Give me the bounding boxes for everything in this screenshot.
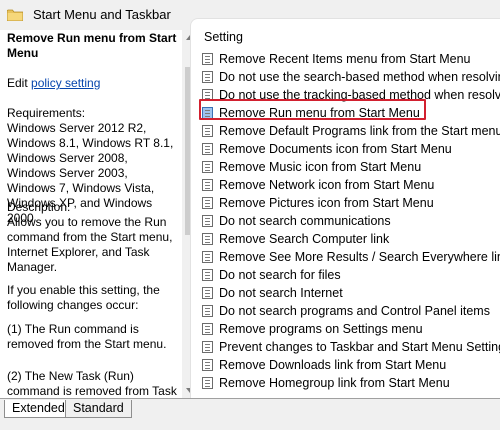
setting-row[interactable]: Remove See More Results / Search Everywh… (202, 248, 500, 266)
setting-label: Remove programs on Settings menu (219, 322, 423, 336)
setting-row[interactable]: Remove Homegroup link from Start Menu (202, 374, 500, 392)
setting-row[interactable]: Do not search communications (202, 212, 500, 230)
selection-highlight-box (199, 99, 426, 120)
policy-setting-icon (202, 287, 213, 299)
setting-row[interactable]: Remove Network icon from Start Menu (202, 176, 500, 194)
setting-label: Remove Pictures icon from Start Menu (219, 196, 434, 210)
policy-setting-icon (202, 251, 213, 263)
setting-label: Remove Recent Items menu from Start Menu (219, 52, 471, 66)
policy-setting-icon (202, 341, 213, 353)
setting-column-header[interactable]: Setting (204, 30, 243, 44)
setting-label: Remove Downloads link from Start Menu (219, 358, 447, 372)
change-1-text: (1) The Run command is removed from the … (7, 322, 167, 351)
setting-row[interactable]: Remove Documents icon from Start Menu (202, 140, 500, 158)
setting-row[interactable]: Remove Music icon from Start Menu (202, 158, 500, 176)
policy-setting-icon (202, 323, 213, 335)
policy-setting-icon (202, 377, 213, 389)
setting-label: Do not use the search-based method when … (219, 70, 500, 84)
setting-label: Remove Homegroup link from Start Menu (219, 376, 450, 390)
setting-row[interactable]: Remove programs on Settings menu (202, 320, 500, 338)
header-title: Start Menu and Taskbar (33, 7, 171, 22)
policy-setting-icon (202, 359, 213, 371)
setting-row[interactable]: Do not search programs and Control Panel… (202, 302, 500, 320)
requirements-label: Requirements: (7, 106, 86, 120)
setting-row[interactable]: Remove Recent Items menu from Start Menu (202, 50, 500, 68)
setting-row[interactable]: Remove Pictures icon from Start Menu (202, 194, 500, 212)
policy-setting-icon (202, 305, 213, 317)
view-tabs: Extended Standard (0, 398, 500, 430)
tab-extended[interactable]: Extended (4, 400, 73, 418)
setting-label: Remove Music icon from Start Menu (219, 160, 422, 174)
setting-label: Do not search Internet (219, 286, 343, 300)
edit-line: Edit policy setting (7, 76, 179, 91)
setting-label: Do not search communications (219, 214, 391, 228)
setting-row[interactable]: Prevent changes to Taskbar and Start Men… (202, 338, 500, 356)
setting-row[interactable]: Do not search for files (202, 266, 500, 284)
policy-setting-icon (202, 179, 213, 191)
setting-label: Remove Documents icon from Start Menu (219, 142, 452, 156)
policy-setting-icon (202, 71, 213, 83)
enable-text: If you enable this setting, the followin… (7, 283, 160, 312)
edit-prefix: Edit (7, 76, 32, 90)
change-2-text: (2) The New Task (Run) command is remove… (7, 369, 177, 398)
settings-list: Setting Remove Recent Items menu from St… (190, 18, 500, 401)
description-text: Allows you to remove the Run command fro… (7, 215, 173, 274)
description-pane: Remove Run menu from Start Menu Edit pol… (0, 30, 182, 398)
policy-setting-icon (202, 269, 213, 281)
setting-row[interactable]: Do not search Internet (202, 284, 500, 302)
setting-label: Remove See More Results / Search Everywh… (219, 250, 500, 264)
policy-setting-link[interactable]: policy setting (31, 76, 100, 90)
setting-label: Remove Search Computer link (219, 232, 390, 246)
setting-row[interactable]: Do not use the search-based method when … (202, 68, 500, 86)
policy-heading: Remove Run menu from Start Menu (7, 31, 177, 60)
policy-setting-icon (202, 161, 213, 173)
setting-row[interactable]: Remove Downloads link from Start Menu (202, 356, 500, 374)
tab-standard[interactable]: Standard (65, 400, 132, 418)
policy-setting-icon (202, 143, 213, 155)
policy-setting-icon (202, 125, 213, 137)
policy-setting-icon (202, 215, 213, 227)
setting-label: Remove Default Programs link from the St… (219, 124, 500, 138)
folder-icon (7, 9, 23, 21)
policy-setting-icon (202, 53, 213, 65)
policy-setting-icon (202, 233, 213, 245)
setting-label: Prevent changes to Taskbar and Start Men… (219, 340, 500, 354)
setting-label: Do not search for files (219, 268, 341, 282)
setting-row[interactable]: Remove Search Computer link (202, 230, 500, 248)
policy-setting-icon (202, 197, 213, 209)
setting-label: Do not search programs and Control Panel… (219, 304, 490, 318)
setting-row[interactable]: Remove Default Programs link from the St… (202, 122, 500, 140)
description-label: Description: (7, 200, 71, 214)
setting-label: Remove Network icon from Start Menu (219, 178, 435, 192)
